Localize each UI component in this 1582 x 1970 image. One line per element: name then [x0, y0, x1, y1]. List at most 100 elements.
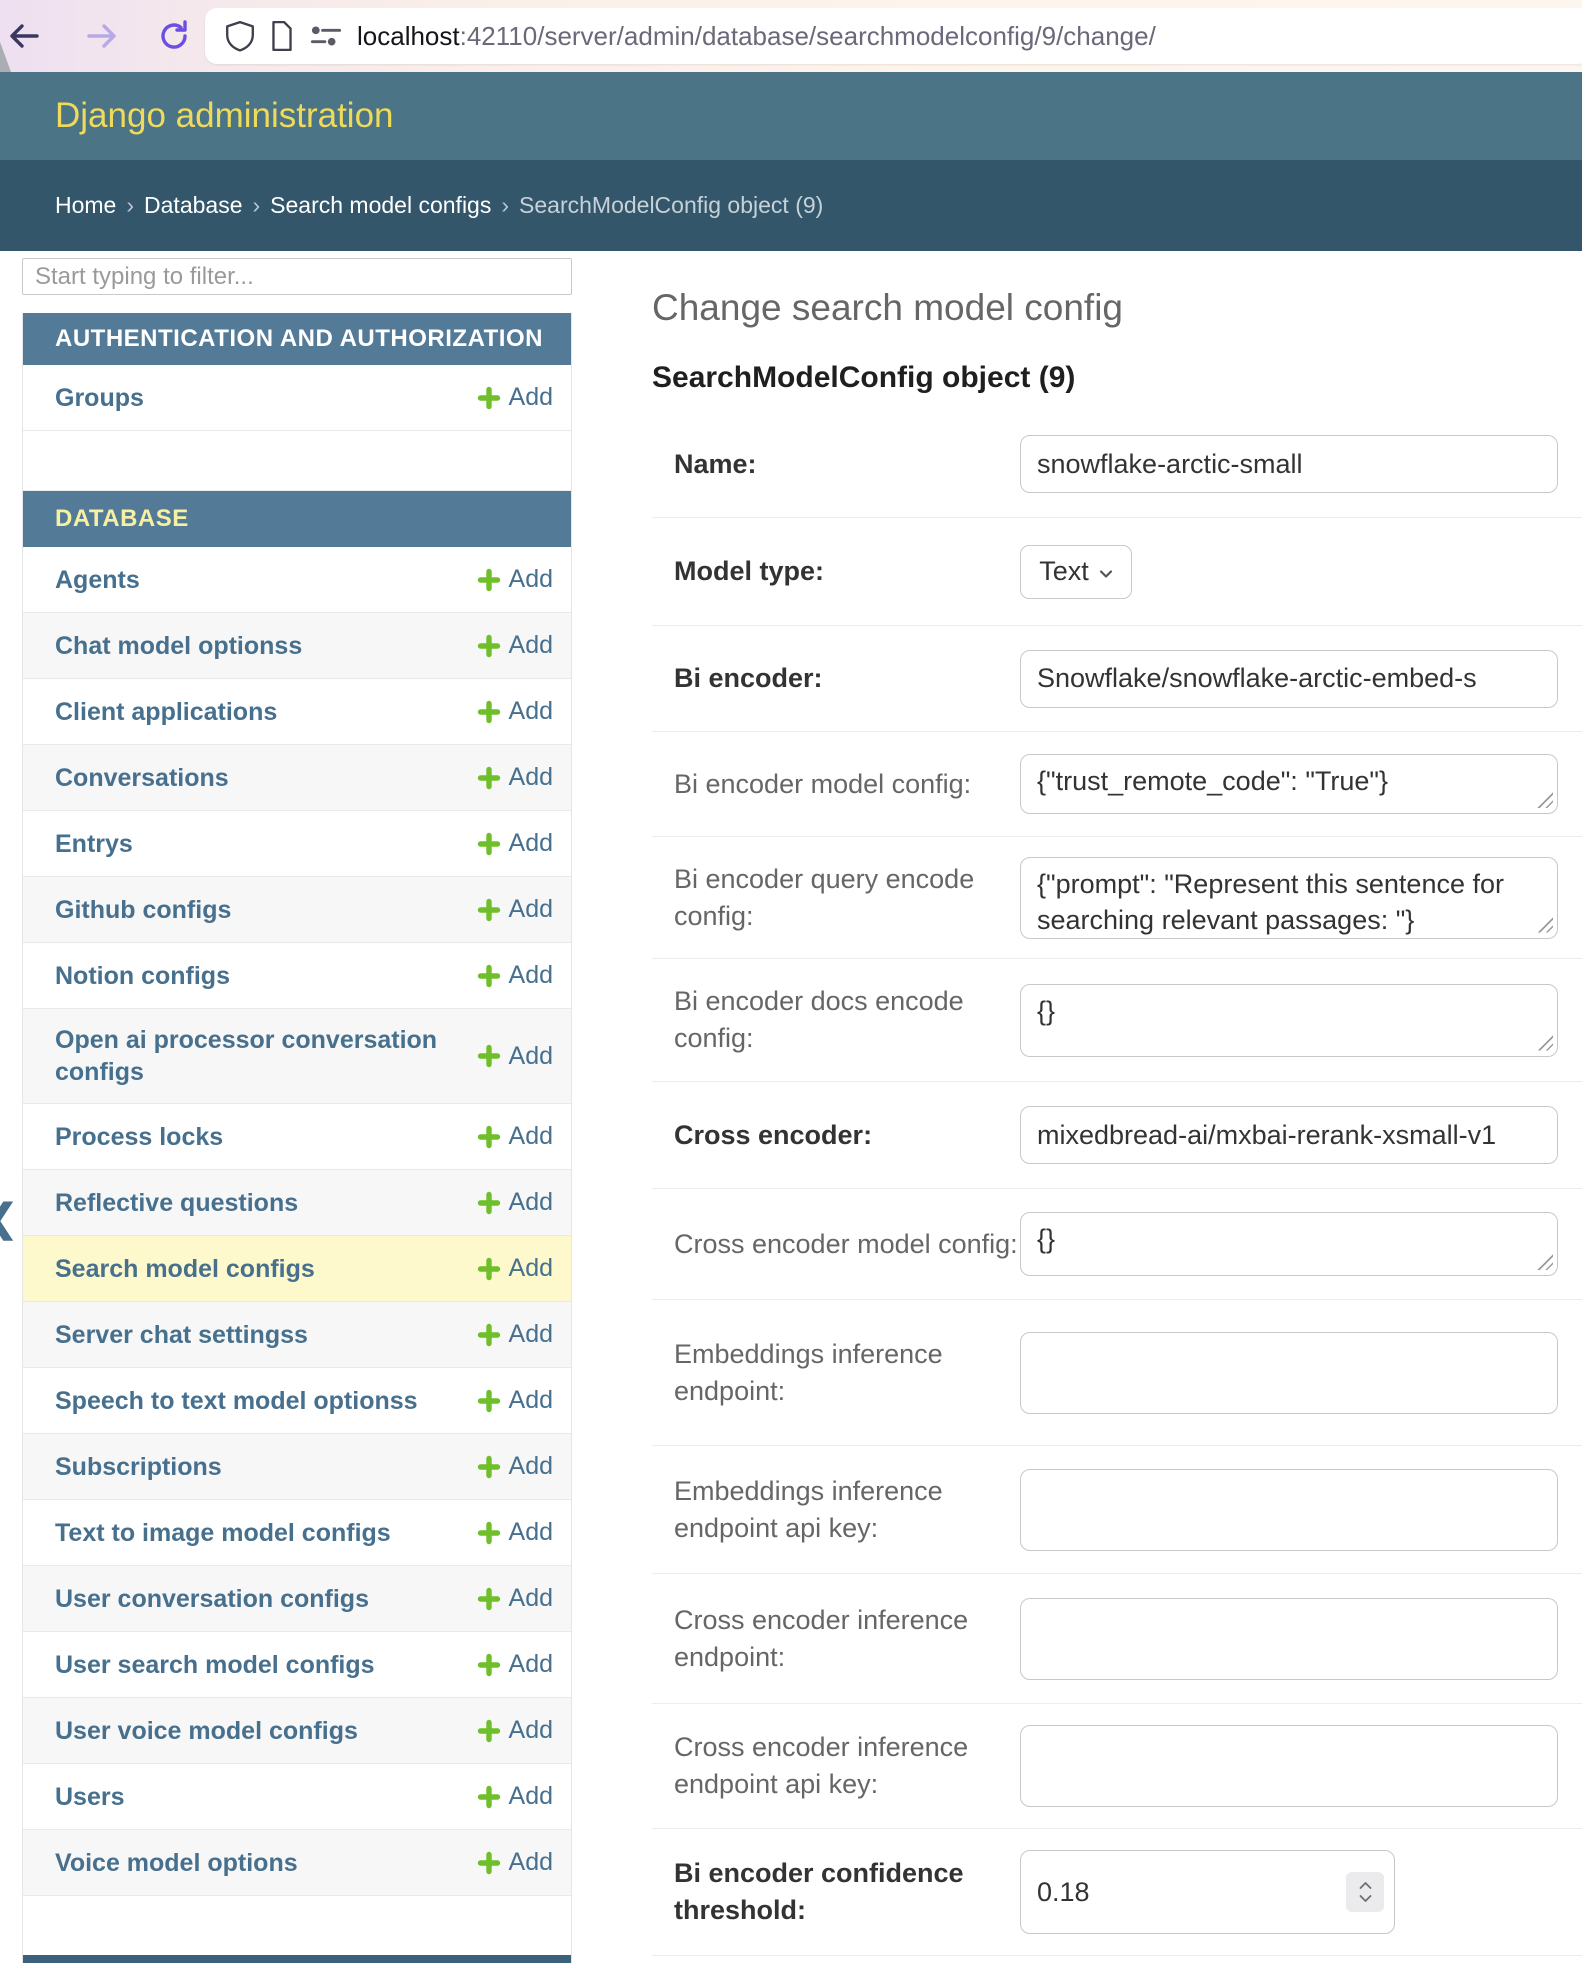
add-notion-configs-button[interactable]: Add [477, 961, 553, 990]
shield-icon[interactable] [225, 20, 255, 52]
sidebar-link-voice-model-options[interactable]: Voice model options [55, 1847, 477, 1879]
sidebar-link-github-configs[interactable]: Github configs [55, 894, 477, 926]
sidebar-link-conversations[interactable]: Conversations [55, 762, 477, 794]
add-label: Add [509, 1320, 553, 1349]
sidebar-item-text-to-image-model-configs: Text to image model configsAdd [23, 1500, 571, 1566]
breadcrumb-link-home[interactable]: Home [55, 192, 116, 219]
address-bar[interactable]: localhost:42110/server/admin/database/se… [205, 8, 1582, 64]
sidebar-filter-input[interactable] [22, 258, 572, 295]
breadcrumb-link-search-model-configs[interactable]: Search model configs [270, 192, 491, 219]
permissions-icon[interactable] [309, 22, 343, 50]
main-content: Change search model config SearchModelCo… [652, 287, 1582, 1956]
add-user-voice-model-configs-button[interactable]: Add [477, 1716, 553, 1745]
sidebar-link-user-conversation-configs[interactable]: User conversation configs [55, 1583, 477, 1615]
embeddings-inference-endpoint-input[interactable] [1020, 1332, 1558, 1414]
field-widget-name [1020, 435, 1582, 493]
sidebar-link-process-locks[interactable]: Process locks [55, 1121, 477, 1153]
add-search-model-configs-button[interactable]: Add [477, 1254, 553, 1283]
number-stepper[interactable] [1346, 1872, 1384, 1912]
form-row-cross-encoder: Cross encoder: [652, 1082, 1582, 1189]
sidebar-item-agents: AgentsAdd [23, 547, 571, 613]
add-speech-to-text-model-optionss-button[interactable]: Add [477, 1386, 553, 1415]
sidebar-item-user-voice-model-configs: User voice model configsAdd [23, 1698, 571, 1764]
add-users-button[interactable]: Add [477, 1782, 553, 1811]
add-entrys-button[interactable]: Add [477, 829, 553, 858]
form-row-embeddings-inference-endpoint: Embeddings inference endpoint: [652, 1300, 1582, 1446]
sidebar-section-caption-authentication-and-authorization[interactable]: AUTHENTICATION AND AUTHORIZATION [23, 313, 571, 365]
sidebar-item-open-ai-processor-conversation-configs: Open ai processor conversation configsAd… [23, 1009, 571, 1104]
field-label-embeddings-inference-endpoint: Embeddings inference endpoint: [652, 1336, 1020, 1410]
sidebar-link-groups[interactable]: Groups [55, 382, 477, 414]
embeddings-inference-endpoint-api-key-input[interactable] [1020, 1469, 1558, 1551]
sidebar-item-subscriptions: SubscriptionsAdd [23, 1434, 571, 1500]
form-row-cross-encoder-model-config: Cross encoder model config:{} [652, 1189, 1582, 1300]
bi-encoder-confidence-threshold-input[interactable] [1021, 1877, 1311, 1908]
add-label: Add [509, 829, 553, 858]
sidebar-link-search-model-configs[interactable]: Search model configs [55, 1253, 477, 1285]
forward-button[interactable] [80, 12, 124, 60]
cross-encoder-inference-endpoint-input[interactable] [1020, 1598, 1558, 1680]
sidebar-link-users[interactable]: Users [55, 1781, 477, 1813]
add-reflective-questions-button[interactable]: Add [477, 1188, 553, 1217]
sidebar-item-speech-to-text-model-optionss: Speech to text model optionssAdd [23, 1368, 571, 1434]
sidebar: AUTHENTICATION AND AUTHORIZATION Groups Ad… [22, 258, 572, 1963]
model-type-select[interactable]: Text [1020, 545, 1132, 599]
add-agents-button[interactable]: Add [477, 565, 553, 594]
add-label: Add [509, 383, 553, 412]
sidebar-section-caption-database[interactable]: DATABASE [23, 491, 571, 547]
sidebar-link-chat-model-optionss[interactable]: Chat model optionss [55, 630, 477, 662]
name-input[interactable] [1020, 435, 1558, 493]
sidebar-link-client-applications[interactable]: Client applications [55, 696, 477, 728]
refresh-button[interactable] [152, 12, 196, 60]
sidebar-link-user-search-model-configs[interactable]: User search model configs [55, 1649, 477, 1681]
field-label-cross-encoder-model-config: Cross encoder model config: [652, 1226, 1020, 1263]
cross-encoder-input[interactable] [1020, 1106, 1558, 1164]
bi-encoder-docs-encode-config-textarea[interactable]: {} [1020, 984, 1558, 1057]
sidebar-link-text-to-image-model-configs[interactable]: Text to image model configs [55, 1517, 477, 1549]
add-process-locks-button[interactable]: Add [477, 1122, 553, 1151]
add-client-applications-button[interactable]: Add [477, 697, 553, 726]
sidebar-item-search-model-configs: Search model configsAdd [23, 1236, 571, 1302]
add-github-configs-button[interactable]: Add [477, 895, 553, 924]
sidebar-link-open-ai-processor-conversation-configs[interactable]: Open ai processor conversation configs [55, 1024, 477, 1088]
field-widget-model-type: Text [1020, 545, 1582, 599]
back-button[interactable] [2, 12, 46, 60]
add-chat-model-optionss-button[interactable]: Add [477, 631, 553, 660]
site-title[interactable]: Django administration [55, 96, 394, 136]
add-conversations-button[interactable]: Add [477, 763, 553, 792]
add-server-chat-settingss-button[interactable]: Add [477, 1320, 553, 1349]
add-user-search-model-configs-button[interactable]: Add [477, 1650, 553, 1679]
sidebar-link-reflective-questions[interactable]: Reflective questions [55, 1187, 477, 1219]
sidebar-link-agents[interactable]: Agents [55, 564, 477, 596]
bi-encoder-query-encode-config-textarea[interactable]: {"prompt": "Represent this sentence for … [1020, 857, 1558, 939]
field-widget-cross-encoder-model-config: {} [1020, 1212, 1582, 1276]
breadcrumb-separator: › [501, 192, 509, 219]
sidebar-link-server-chat-settingss[interactable]: Server chat settingss [55, 1319, 477, 1351]
sidebar-link-entrys[interactable]: Entrys [55, 828, 477, 860]
cross-encoder-model-config-textarea[interactable]: {} [1020, 1212, 1558, 1276]
field-widget-bi-encoder-model-config: {"trust_remote_code": "True"} [1020, 754, 1582, 814]
url-text[interactable]: localhost:42110/server/admin/database/se… [357, 21, 1156, 52]
bi-encoder-input[interactable] [1020, 650, 1558, 708]
add-voice-model-options-button[interactable]: Add [477, 1848, 553, 1877]
cross-encoder-inference-endpoint-api-key-input[interactable] [1020, 1725, 1558, 1807]
form-row-bi-encoder-confidence-threshold: Bi encoder confidence threshold: [652, 1829, 1582, 1956]
field-label-cross-encoder-inference-endpoint-api-key: Cross encoder inference endpoint api key… [652, 1729, 1020, 1803]
bi-encoder-model-config-textarea[interactable]: {"trust_remote_code": "True"} [1020, 754, 1558, 814]
page-icon[interactable] [269, 20, 295, 52]
page-title: Change search model config [652, 287, 1582, 329]
breadcrumb-link-database[interactable]: Database [144, 192, 242, 219]
add-user-conversation-configs-button[interactable]: Add [477, 1584, 553, 1613]
sidebar-item-voice-model-options: Voice model optionsAdd [23, 1830, 571, 1896]
sidebar-collapse-icon[interactable]: ❮ [0, 1196, 18, 1241]
sidebar-link-subscriptions[interactable]: Subscriptions [55, 1451, 477, 1483]
sidebar-link-user-voice-model-configs[interactable]: User voice model configs [55, 1715, 477, 1747]
sidebar-link-notion-configs[interactable]: Notion configs [55, 960, 477, 992]
plus-icon [477, 898, 501, 922]
add-groups-button[interactable]: Add [477, 383, 553, 412]
sidebar-item-entrys: Entrys Add [23, 811, 571, 877]
add-subscriptions-button[interactable]: Add [477, 1452, 553, 1481]
add-open-ai-processor-conversation-configs-button[interactable]: Add [477, 1042, 553, 1071]
sidebar-link-speech-to-text-model-optionss[interactable]: Speech to text model optionss [55, 1385, 477, 1417]
add-text-to-image-model-configs-button[interactable]: Add [477, 1518, 553, 1547]
